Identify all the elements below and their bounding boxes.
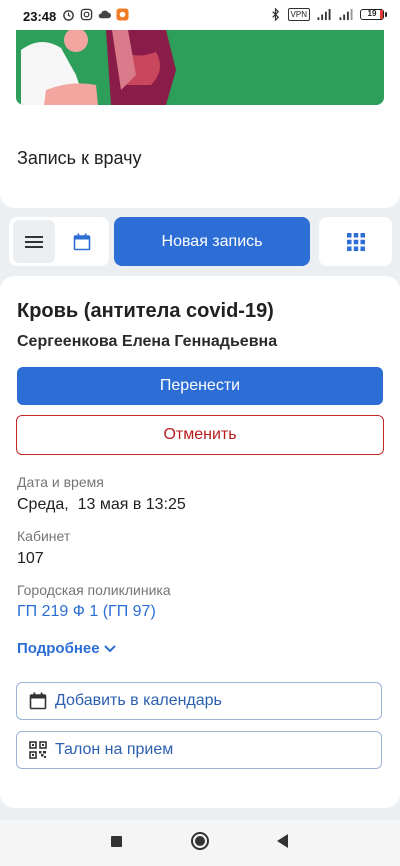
status-time: 23:48	[23, 9, 57, 24]
clinic-label: Городская поликлиника	[17, 582, 171, 598]
alarm-icon	[63, 10, 74, 21]
bluetooth-icon	[271, 8, 279, 21]
page-title: Запись к врачу	[17, 148, 142, 168]
family-illustration	[16, 30, 384, 105]
qr-code-icon	[29, 741, 47, 759]
system-icons: VPN 19	[269, 8, 387, 21]
cancel-button[interactable]: Отменить	[16, 415, 384, 455]
doctor-name: Сергеенкова Елена Геннадьевна	[17, 333, 278, 350]
add-to-calendar-button[interactable]: Добавить в календарь	[16, 682, 382, 720]
appointments-card: Запись к врачу	[0, 30, 400, 208]
back-button[interactable]	[277, 834, 288, 848]
notification-icons	[62, 8, 129, 21]
home-button[interactable]	[191, 832, 209, 850]
list-view-button[interactable]	[13, 220, 55, 263]
calendar-icon	[73, 233, 91, 250]
view-toggle	[9, 217, 109, 266]
datetime-label: Дата и время	[17, 474, 104, 490]
datetime-value: Среда, 13 мая в 13:25	[17, 496, 186, 513]
clinic-link[interactable]: ГП 219 Ф 1 (ГП 97)	[17, 603, 156, 621]
signal-icon	[339, 8, 353, 21]
system-nav-bar	[0, 820, 400, 866]
details-toggle[interactable]: Подробнее	[17, 640, 116, 657]
calendar-view-button[interactable]	[61, 220, 103, 263]
appointment-title: Кровь (антитела covid-19)	[17, 300, 274, 322]
apps-grid-icon	[346, 232, 365, 251]
room-value: 107	[17, 550, 44, 567]
room-label: Кабинет	[17, 528, 71, 544]
reschedule-button[interactable]: Перенести	[17, 367, 383, 405]
instagram-icon	[80, 8, 93, 21]
toolbar: Новая запись	[0, 217, 400, 267]
vpn-badge: VPN	[287, 8, 310, 21]
menu-icon	[25, 235, 43, 248]
battery-icon: 19	[360, 9, 387, 20]
new-appointment-button[interactable]: Новая запись	[114, 217, 310, 266]
recent-apps-button[interactable]	[111, 836, 122, 847]
services-grid-button[interactable]	[319, 217, 392, 266]
ticket-button[interactable]: Талон на прием	[16, 731, 382, 769]
details-label: Подробнее	[17, 640, 100, 657]
battery-level: 19	[367, 9, 377, 18]
ticket-label: Талон на прием	[55, 741, 174, 758]
add-to-calendar-label: Добавить в календарь	[55, 692, 222, 709]
signal-4g-icon	[317, 8, 331, 21]
app-notification-icon	[116, 8, 129, 21]
status-bar: 23:48 VPN 19	[0, 0, 400, 30]
calendar-icon	[29, 692, 47, 710]
cloud-icon	[98, 10, 111, 19]
chevron-down-icon	[103, 644, 116, 652]
appointment-card: Кровь (антитела covid-19) Сергеенкова Ел…	[0, 276, 400, 808]
banner-illustration	[16, 30, 384, 105]
